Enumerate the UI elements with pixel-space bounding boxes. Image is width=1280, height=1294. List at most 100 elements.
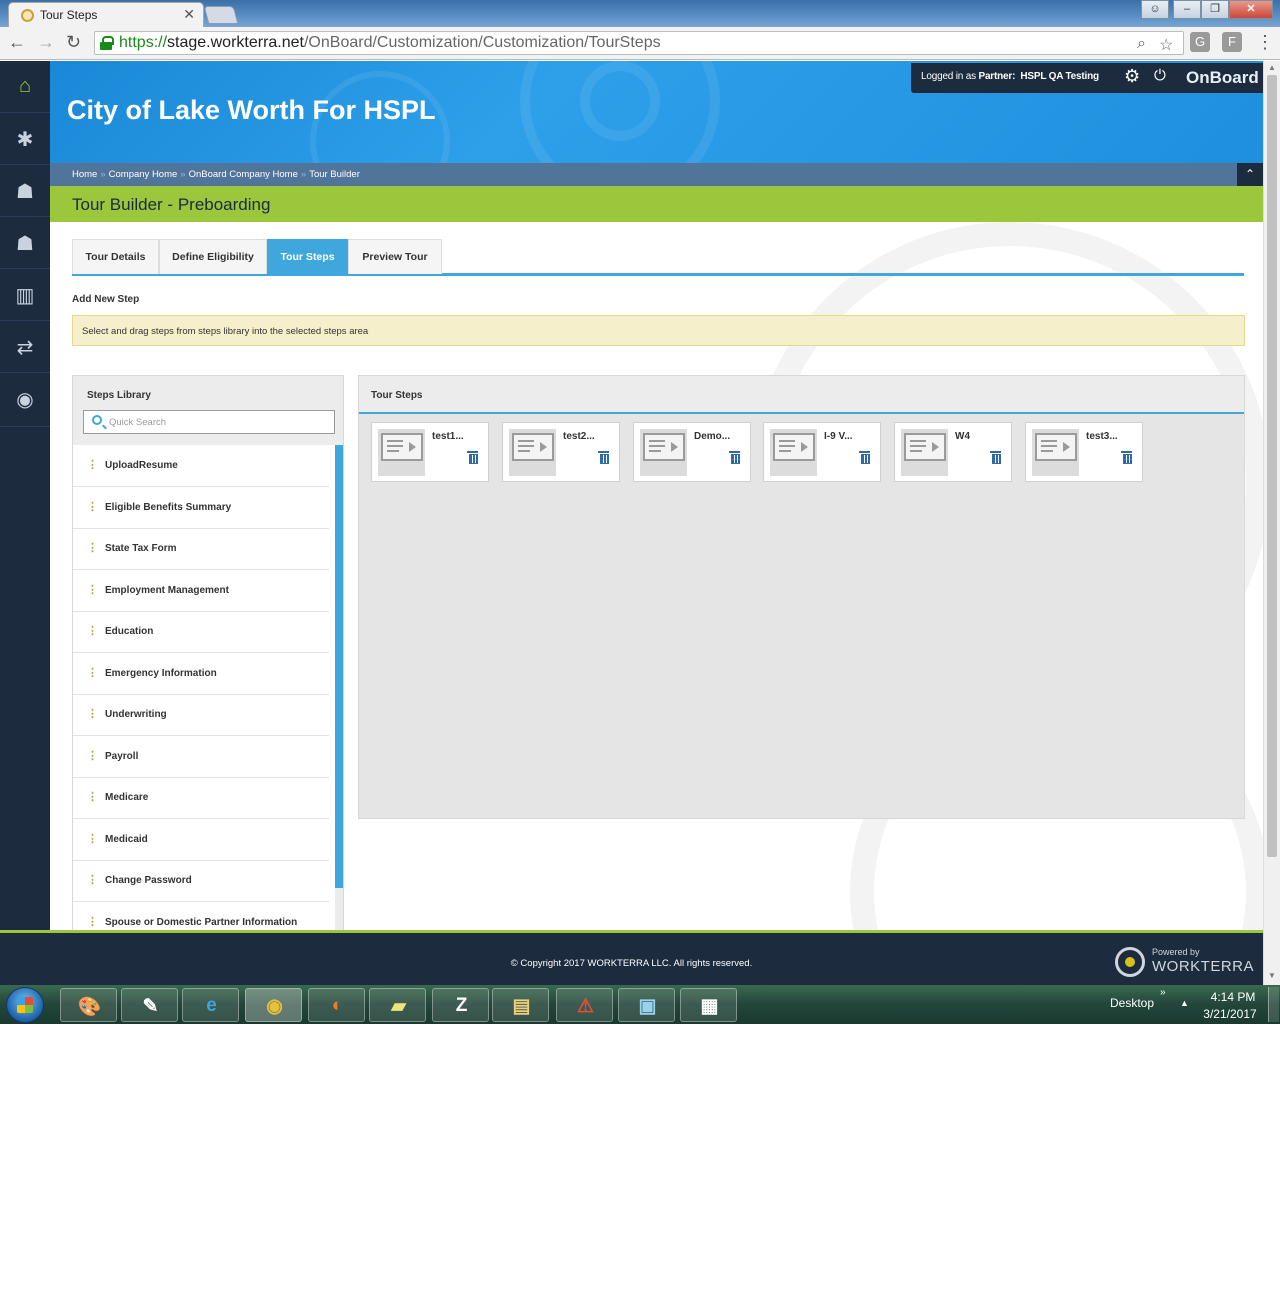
tab-define-eligibility[interactable]: Define Eligibility: [159, 239, 267, 274]
tour-step-card[interactable]: I-9 V...: [763, 422, 881, 482]
library-item[interactable]: ⋮ Payroll: [73, 736, 329, 778]
library-item[interactable]: ⋮ Emergency Information: [73, 653, 329, 695]
minimize-button[interactable]: –: [1173, 0, 1201, 19]
library-item[interactable]: ⋮ State Tax Form: [73, 528, 329, 570]
taskbar-explorer-app[interactable]: ▤: [492, 988, 549, 1022]
user-profile-button[interactable]: ☺: [1141, 0, 1169, 19]
extension-f-icon[interactable]: F: [1222, 32, 1242, 52]
drag-handle-icon[interactable]: ⋮: [87, 583, 98, 596]
bookmark-star-icon[interactable]: ☆: [1159, 35, 1173, 55]
taskbar-paint-app[interactable]: 🎨: [60, 988, 117, 1022]
quick-search-input[interactable]: Quick Search: [83, 410, 335, 434]
drag-handle-icon[interactable]: ⋮: [87, 500, 98, 513]
breadcrumb-company-home[interactable]: Company Home: [109, 169, 178, 180]
trash-icon[interactable]: [598, 451, 609, 464]
tour-step-card[interactable]: test2...: [502, 422, 620, 482]
tab-tour-steps[interactable]: Tour Steps: [267, 239, 348, 274]
back-arrow-icon[interactable]: ←: [8, 32, 26, 53]
library-item[interactable]: ⋮ Medicare: [73, 777, 329, 819]
scroll-down-icon[interactable]: ▼: [1268, 971, 1276, 980]
window-close-button[interactable]: ✕: [1229, 0, 1273, 19]
taskbar-z-app[interactable]: Z: [432, 988, 489, 1022]
tour-step-card[interactable]: test1...: [371, 422, 489, 482]
drag-handle-icon[interactable]: ⋮: [87, 915, 98, 928]
scroll-up-icon[interactable]: ▲: [1268, 63, 1276, 72]
tour-step-name: I-9 V...: [824, 431, 853, 442]
library-scrollbar[interactable]: [335, 445, 343, 888]
library-item[interactable]: ⋮ Medicaid: [73, 819, 329, 861]
library-item[interactable]: ⋮ Employment Management: [73, 570, 329, 612]
drag-handle-icon[interactable]: ⋮: [87, 666, 98, 679]
restore-button[interactable]: ❐: [1201, 0, 1229, 19]
tray-arrow-up-icon[interactable]: ▲: [1180, 998, 1189, 1008]
new-tab-button[interactable]: [203, 6, 239, 24]
taskbar-chrome-app[interactable]: ◉: [245, 988, 302, 1022]
drag-handle-icon[interactable]: ⋮: [87, 541, 98, 554]
nav-home[interactable]: ⌂: [0, 61, 50, 113]
library-item[interactable]: ⋮ UploadResume: [73, 445, 329, 487]
chrome-menu-icon[interactable]: ⋮: [1256, 32, 1274, 53]
taskbar-calc-app[interactable]: ▦: [680, 988, 737, 1022]
taskbar-photo-app[interactable]: ▣: [618, 988, 675, 1022]
url-bar[interactable]: https://stage.workterra.net/OnBoard/Cust…: [94, 31, 1184, 55]
drag-handle-icon[interactable]: ⋮: [87, 458, 98, 471]
tab-preview-tour[interactable]: Preview Tour: [348, 239, 442, 274]
library-item[interactable]: ⋮ Eligible Benefits Summary: [73, 487, 329, 529]
tab-tour-details[interactable]: Tour Details: [72, 239, 159, 274]
taskbar-sticky-notes-app[interactable]: ▰: [369, 988, 426, 1022]
steps-library-title: Steps Library: [87, 390, 151, 401]
trash-icon[interactable]: [467, 451, 478, 464]
breadcrumb: Home» Company Home» OnBoard Company Home» T…: [72, 169, 360, 180]
trash-icon[interactable]: [729, 451, 740, 464]
start-button[interactable]: [6, 987, 44, 1023]
browser-tab[interactable]: Tour Steps ✕: [8, 2, 204, 27]
taskbar-acrobat-app[interactable]: ⚠: [556, 988, 613, 1022]
reload-icon[interactable]: ↻: [66, 32, 81, 53]
breadcrumb-home[interactable]: Home: [72, 169, 97, 180]
drag-handle-icon[interactable]: ⋮: [87, 832, 98, 845]
nav-customization[interactable]: ✱: [0, 113, 50, 165]
steps-library-list: ⋮ UploadResume ⋮ Eligible Benefits Summary…: [73, 445, 335, 930]
nav-messages[interactable]: ◉: [0, 373, 50, 427]
close-tab-icon[interactable]: ✕: [183, 6, 195, 23]
taskbar-firefox-app[interactable]: ◐: [308, 988, 365, 1022]
forward-arrow-icon[interactable]: →: [37, 32, 55, 53]
zoom-search-icon[interactable]: ⌕: [1137, 35, 1146, 53]
gear-icon[interactable]: ⚙: [1124, 66, 1140, 87]
drag-handle-icon[interactable]: ⋮: [87, 873, 98, 886]
drag-handle-icon[interactable]: ⋮: [87, 790, 98, 803]
library-item[interactable]: ⋮ Change Password: [73, 860, 329, 902]
scrollbar-thumb[interactable]: [1267, 75, 1277, 857]
trash-icon[interactable]: [859, 451, 870, 464]
page-scrollbar[interactable]: ▲ ▼: [1263, 61, 1280, 985]
trash-icon[interactable]: [990, 451, 1001, 464]
drag-handle-icon[interactable]: ⋮: [87, 749, 98, 762]
breadcrumb-onboard-home[interactable]: OnBoard Company Home: [189, 169, 298, 180]
tour-step-card[interactable]: test3...: [1025, 422, 1143, 482]
library-item[interactable]: ⋮ Education: [73, 611, 329, 653]
taskbar-desktop-label[interactable]: Desktop: [1110, 996, 1154, 1010]
steps-library-panel: Steps Library Quick Search ⋮ UploadResume…: [72, 375, 344, 930]
nav-reports[interactable]: ▥: [0, 269, 50, 321]
trash-icon[interactable]: [1121, 451, 1132, 464]
drag-handle-icon[interactable]: ⋮: [87, 624, 98, 637]
library-item[interactable]: ⋮ Spouse or Domestic Partner Information: [73, 902, 329, 930]
nav-employees[interactable]: ☗: [0, 217, 50, 269]
clock-date[interactable]: 3/21/2017: [1198, 1007, 1262, 1021]
power-icon[interactable]: ⏻: [1154, 67, 1166, 84]
taskbar-notepad-app[interactable]: ✎: [121, 988, 178, 1022]
nav-transfers[interactable]: ⇄: [0, 321, 50, 373]
drag-handle-icon[interactable]: ⋮: [87, 707, 98, 720]
clock-time[interactable]: 4:14 PM: [1203, 990, 1263, 1004]
tour-step-card[interactable]: Demo...: [633, 422, 751, 482]
taskbar-ie-app[interactable]: e: [182, 988, 239, 1022]
show-desktop-button[interactable]: [1268, 987, 1279, 1022]
breadcrumb-separator-icon: »: [100, 169, 106, 180]
extension-g-icon[interactable]: G: [1190, 32, 1210, 52]
collapse-header-button[interactable]: ⌃: [1237, 163, 1263, 186]
toolbar-expand-icon[interactable]: »: [1160, 987, 1166, 998]
library-item[interactable]: ⋮ Underwriting: [73, 694, 329, 736]
firefox-icon: ◐: [331, 995, 344, 1016]
tour-step-card[interactable]: W4: [894, 422, 1012, 482]
nav-partners[interactable]: ☗: [0, 165, 50, 217]
